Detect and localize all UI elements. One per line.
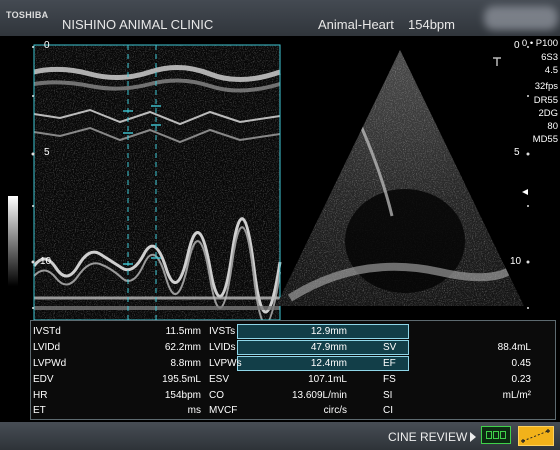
label-lvids: LVIDs (209, 342, 236, 353)
label-lvpws: LVPWs (209, 358, 242, 369)
redacted-patient-info (484, 6, 558, 30)
cine-loop-button[interactable] (481, 426, 511, 444)
play-icon[interactable] (470, 432, 476, 442)
exam-preset: Animal-Heart (318, 17, 394, 32)
value-si: mL/m² (502, 390, 531, 401)
ultrasound-image-area: 0 5 10 0 5 10 (0, 36, 560, 325)
param-gain: 80 (547, 121, 558, 132)
loop-frame-icon (500, 431, 506, 439)
header-bar: TOSHIBA NISHINO ANIMAL CLINIC Animal-Hea… (0, 0, 560, 36)
depth-label-10-right: 10 (510, 256, 522, 267)
param-dynamic-range: DR55 (533, 95, 558, 106)
depth-label-5-left: 5 (44, 147, 50, 158)
label-ivstd: IVSTd (33, 326, 61, 337)
value-fs: 0.23 (511, 374, 531, 385)
value-sv: 88.4mL (497, 342, 531, 353)
depth-label-5-right: 5 (514, 147, 520, 158)
value-lvpws: 12.4mm (310, 358, 347, 369)
label-sv: SV (383, 342, 397, 353)
loop-frame-icon (493, 431, 499, 439)
cine-review-label: CINE REVIEW (388, 430, 468, 444)
heart-rate-readout: 154bpm (408, 17, 455, 32)
depth-label-0-left: 0 (44, 40, 50, 51)
label-fs: FS (383, 374, 396, 385)
param-probe: 0 • P100 (521, 38, 558, 49)
param-frame-rate: 32fps (534, 81, 558, 92)
measurement-table: IVSTd 11.5mm LVIDd 62.2mm LVPWd 8.8mm ED… (30, 320, 556, 420)
depth-label-10-left: 10 (40, 256, 52, 267)
value-hr: 154bpm (164, 390, 201, 401)
value-ivsts: 12.9mm (310, 326, 347, 337)
value-et: ms (187, 405, 201, 416)
value-ivstd: 11.5mm (165, 326, 201, 337)
label-lvidd: LVIDd (33, 342, 61, 353)
m-mode-panel (32, 44, 282, 325)
label-mvcf: MVCF (209, 405, 238, 416)
label-ci: CI (383, 405, 393, 416)
label-lvpwd: LVPWd (33, 358, 67, 369)
param-frequency: 4.5 (544, 65, 558, 76)
value-mvcf: circ/s (323, 405, 347, 416)
b-mode-sector (276, 50, 524, 306)
value-co: 13.609L/min (291, 390, 347, 401)
label-hr: HR (33, 390, 48, 401)
label-et: ET (33, 405, 46, 416)
focus-marker-icon (522, 189, 528, 195)
loop-frame-icon (486, 431, 492, 439)
param-transducer: 6S3 (541, 52, 558, 63)
clinic-name: NISHINO ANIMAL CLINIC (62, 17, 214, 32)
label-esv: ESV (209, 374, 230, 385)
brand-logo: TOSHIBA (6, 10, 49, 20)
param-md: MD55 (532, 134, 558, 145)
caliper-icon (521, 429, 550, 443)
footer-bar: CINE REVIEW (0, 422, 560, 450)
value-lvpwd: 8.8mm (170, 358, 201, 369)
value-ef: 0.45 (511, 358, 531, 369)
param-gain-mode: 2DG (538, 108, 558, 119)
label-ivsts: IVSTs (209, 326, 236, 337)
grayscale-bar (8, 196, 18, 286)
caliper-measure-button[interactable] (518, 426, 554, 446)
value-lvids: 47.9mm (310, 342, 347, 353)
value-edv: 195.5mL (162, 374, 201, 385)
depth-label-0-right: 0 (514, 40, 520, 51)
value-esv: 107.1mL (308, 374, 347, 385)
value-lvidd: 62.2mm (164, 342, 201, 353)
label-si: SI (383, 390, 393, 401)
label-edv: EDV (33, 374, 54, 385)
orientation-marker-icon (493, 57, 501, 66)
label-co: CO (209, 390, 224, 401)
label-ef: EF (383, 358, 396, 369)
